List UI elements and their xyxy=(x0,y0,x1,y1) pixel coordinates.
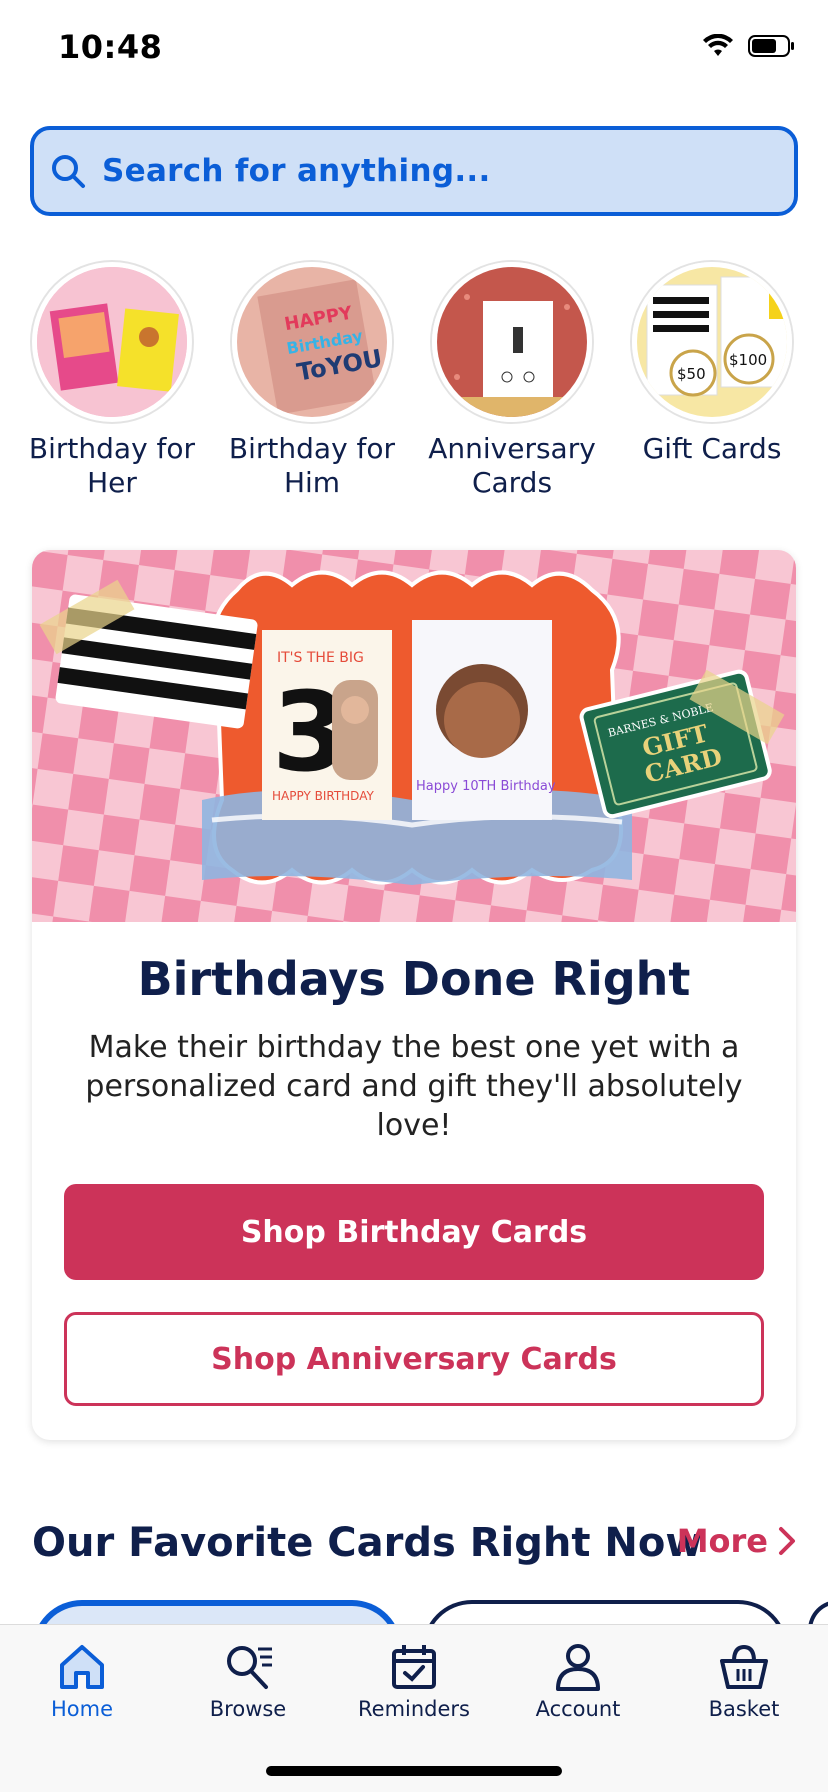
promo-image: SEPHORA IT'S THE BIG 3 HAPPY BIRTHDAY Ha… xyxy=(32,550,796,922)
more-link[interactable]: More xyxy=(677,1522,796,1560)
tab-account[interactable]: Account xyxy=(508,1641,648,1721)
section-title: Our Favorite Cards Right Now xyxy=(32,1520,703,1566)
status-bar: 10:48 xyxy=(0,0,828,100)
category-birthday-for-him[interactable]: HAPPY Birthday ToYOU Birthday for Him xyxy=(212,262,412,500)
category-image xyxy=(32,262,192,422)
wifi-icon xyxy=(703,34,733,56)
tab-label: Basket xyxy=(708,1697,780,1721)
status-time: 10:48 xyxy=(58,28,163,66)
shop-birthday-cards-button[interactable]: Shop Birthday Cards xyxy=(64,1184,764,1280)
basket-icon xyxy=(720,1644,768,1689)
browse-icon xyxy=(227,1646,272,1689)
category-carousel[interactable]: Birthday for Her HAPPY Birthday ToYOU Bi… xyxy=(0,262,828,512)
promo-title: Birthdays Done Right xyxy=(137,952,691,1006)
category-label: Birthday for Him xyxy=(228,432,396,499)
category-label: Birthday for Her xyxy=(28,432,196,499)
category-image: HAPPY Birthday ToYOU xyxy=(232,262,392,422)
tab-label: Account xyxy=(535,1697,621,1721)
card-tenth-text: Happy 10TH Birthday xyxy=(416,779,556,794)
search-icon xyxy=(52,155,85,188)
home-indicator xyxy=(266,1766,562,1776)
tab-reminders[interactable]: Reminders xyxy=(344,1641,484,1721)
category-label: Anniversary Cards xyxy=(428,432,596,499)
status-icons xyxy=(702,34,796,58)
home-icon xyxy=(60,1645,104,1689)
calendar-icon xyxy=(392,1645,436,1689)
gift-50-text: $50 xyxy=(677,365,706,383)
tab-home[interactable]: Home xyxy=(12,1641,152,1721)
card-big-text: IT'S THE BIG xyxy=(277,650,364,666)
category-birthday-for-her[interactable]: Birthday for Her xyxy=(12,262,212,500)
promo-card: SEPHORA IT'S THE BIG 3 HAPPY BIRTHDAY Ha… xyxy=(32,550,796,1440)
shop-anniversary-cards-button[interactable]: Shop Anniversary Cards xyxy=(64,1312,764,1406)
tab-label: Home xyxy=(50,1697,113,1721)
category-image: $50 $100 xyxy=(632,262,792,422)
category-gift-cards[interactable]: $50 $100 Gift Cards xyxy=(612,262,812,466)
category-anniversary-cards[interactable]: Anniversary Cards xyxy=(412,262,612,500)
search-input[interactable]: Search for anything... xyxy=(30,126,798,216)
tab-browse[interactable]: Browse xyxy=(178,1641,318,1721)
gift-100-text: $100 xyxy=(729,351,767,369)
chevron-right-icon xyxy=(779,1527,795,1555)
battery-icon xyxy=(748,35,794,57)
category-label: Gift Cards xyxy=(642,432,782,465)
card-happy-text: HAPPY BIRTHDAY xyxy=(272,789,374,803)
tab-basket[interactable]: Basket xyxy=(674,1641,814,1721)
person-icon xyxy=(556,1644,600,1691)
category-image xyxy=(432,262,592,422)
tab-label: Browse xyxy=(209,1697,287,1721)
more-label: More xyxy=(676,1522,768,1560)
tab-label: Reminders xyxy=(358,1697,470,1721)
search-placeholder: Search for anything... xyxy=(102,153,491,189)
promo-subtitle: Make their birthday the best one yet wit… xyxy=(85,1030,743,1143)
